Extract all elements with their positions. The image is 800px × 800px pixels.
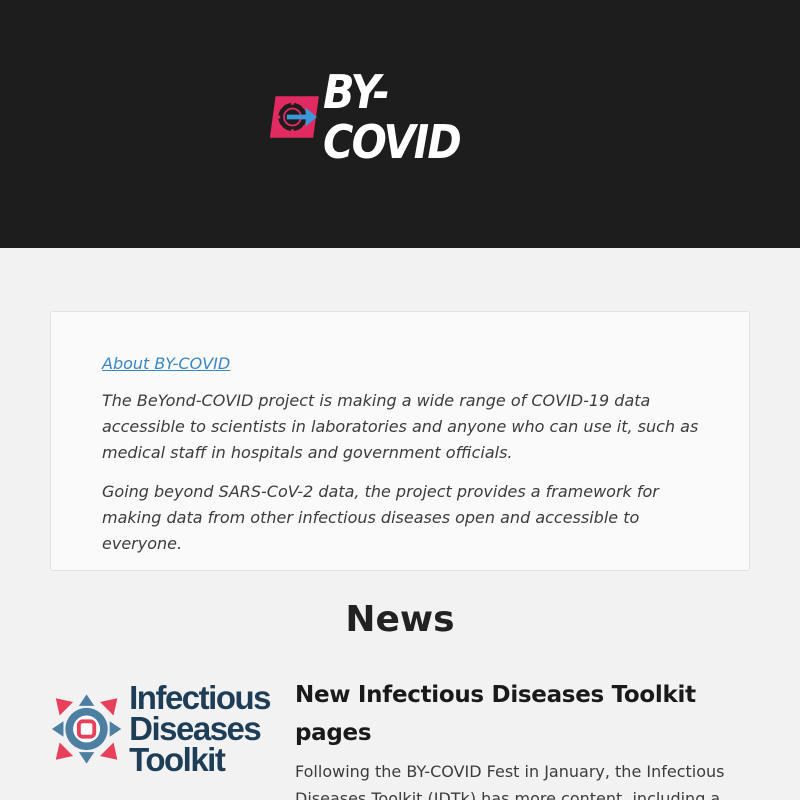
- news-thumbnail[interactable]: Infectious Diseases Toolkit: [50, 676, 271, 781]
- news-title[interactable]: New Infectious Diseases Toolkit pages: [295, 676, 750, 752]
- about-by-covid-link[interactable]: About BY-COVID: [102, 352, 230, 376]
- idtk-emblem-icon: [51, 693, 122, 764]
- site-header: BY-COVID: [0, 0, 800, 248]
- about-card: About BY-COVID The BeYond-COVID project …: [50, 311, 750, 571]
- about-paragraph: Going beyond SARS-CoV-2 data, the projec…: [102, 482, 659, 553]
- news-heading: News: [345, 599, 455, 640]
- news-item[interactable]: Infectious Diseases Toolkit New Infectio…: [50, 676, 750, 800]
- news-text: Following the BY-COVID Fest in January, …: [295, 762, 725, 800]
- by-covid-emblem-icon: [269, 96, 319, 138]
- idtk-logo-text: Infectious Diseases Toolkit: [129, 679, 271, 778]
- by-covid-logo[interactable]: BY-COVID: [268, 67, 534, 167]
- logo-text: BY-COVID: [322, 65, 462, 169]
- about-paragraph: The BeYond-COVID project is making a wid…: [102, 391, 699, 462]
- news-body: New Infectious Diseases Toolkit pages Fo…: [295, 676, 750, 800]
